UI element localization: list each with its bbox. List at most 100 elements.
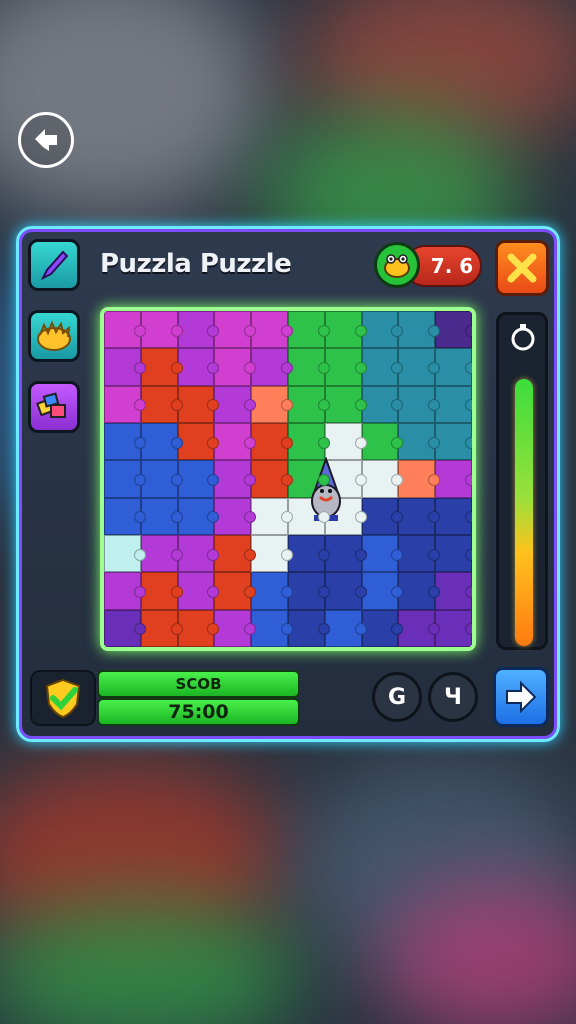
puzzle-piece[interactable] (104, 609, 146, 647)
puzzle-piece[interactable] (435, 385, 472, 423)
puzzle-piece[interactable] (251, 311, 293, 349)
paintbrush-button[interactable] (28, 239, 80, 291)
puzzle-piece[interactable] (214, 311, 256, 349)
scob-label: SCOB (97, 670, 300, 698)
puzzle-piece[interactable] (140, 385, 183, 423)
next-button[interactable] (493, 667, 549, 727)
puzzle-piece[interactable] (177, 609, 220, 647)
blocks-button[interactable] (28, 381, 80, 433)
puzzle-piece[interactable] (324, 311, 367, 349)
puzzle-piece[interactable] (140, 609, 183, 647)
puzzle-piece[interactable] (104, 572, 146, 610)
puzzle-piece[interactable] (398, 311, 440, 349)
puzzle-piece[interactable] (104, 311, 146, 349)
puzzle-piece[interactable] (287, 609, 330, 647)
puzzle-piece[interactable] (104, 497, 146, 535)
puzzle-piece[interactable] (361, 497, 404, 535)
puzzle-piece[interactable] (287, 385, 330, 423)
puzzle-piece[interactable] (435, 497, 472, 535)
puzzle-piece[interactable] (251, 422, 293, 461)
puzzle-piece[interactable] (104, 460, 146, 498)
puzzle-piece[interactable] (361, 460, 404, 498)
puzzle-piece[interactable] (435, 422, 472, 461)
puzzle-piece[interactable] (435, 311, 472, 349)
puzzle-piece[interactable] (177, 497, 220, 535)
puzzle-piece[interactable] (287, 422, 330, 461)
puzzle-piece[interactable] (177, 534, 220, 573)
puzzle-piece[interactable] (214, 497, 256, 535)
puzzle-piece[interactable] (214, 422, 256, 461)
puzzle-piece[interactable] (177, 422, 220, 461)
puzzle-piece[interactable] (177, 385, 220, 423)
puzzle-piece[interactable] (287, 311, 330, 349)
puzzle-piece[interactable] (214, 348, 256, 386)
puzzle-piece[interactable] (104, 385, 146, 423)
puzzle-piece[interactable] (214, 534, 256, 573)
puzzle-piece[interactable] (104, 348, 146, 386)
sponge-button[interactable] (28, 310, 80, 362)
puzzle-piece[interactable] (140, 534, 183, 573)
puzzle-piece[interactable] (104, 534, 146, 573)
puzzle-piece[interactable] (287, 572, 330, 610)
puzzle-piece[interactable] (140, 311, 183, 349)
back-button[interactable] (18, 112, 74, 168)
puzzle-piece[interactable] (361, 534, 404, 573)
puzzle-piece[interactable] (435, 572, 472, 610)
puzzle-piece[interactable] (435, 460, 472, 498)
puzzle-pieces (104, 311, 472, 647)
puzzle-piece[interactable] (214, 609, 256, 647)
puzzle-piece[interactable] (251, 460, 293, 498)
puzzle-piece[interactable] (140, 422, 183, 461)
puzzle-title: Puzzla Puzzle (100, 249, 292, 279)
puzzle-piece[interactable] (361, 422, 404, 461)
puzzle-piece[interactable] (251, 348, 293, 386)
puzzle-piece[interactable] (214, 460, 256, 498)
puzzle-piece[interactable] (177, 460, 220, 498)
puzzle-piece[interactable] (140, 348, 183, 386)
puzzle-piece[interactable] (177, 311, 220, 349)
puzzle-piece[interactable] (361, 609, 404, 647)
puzzle-piece[interactable] (398, 609, 440, 647)
puzzle-piece[interactable] (324, 422, 367, 461)
puzzle-piece[interactable] (287, 534, 330, 573)
puzzle-piece[interactable] (140, 572, 183, 610)
puzzle-piece[interactable] (398, 348, 440, 386)
paintbrush-icon (40, 250, 69, 281)
puzzle-piece[interactable] (251, 534, 293, 573)
puzzle-piece[interactable] (361, 385, 404, 423)
puzzle-piece[interactable] (324, 572, 367, 610)
puzzle-piece[interactable] (177, 348, 220, 386)
puzzle-piece[interactable] (435, 348, 472, 386)
puzzle-piece[interactable] (435, 609, 472, 647)
puzzle-piece[interactable] (251, 572, 293, 610)
puzzle-piece[interactable] (251, 497, 293, 535)
puzzle-piece[interactable] (398, 460, 440, 498)
puzzle-piece[interactable] (435, 534, 472, 573)
puzzle-piece[interactable] (140, 497, 183, 535)
puzzle-piece[interactable] (140, 460, 183, 498)
puzzle-piece[interactable] (398, 497, 440, 535)
blocks-icon (36, 392, 66, 418)
puzzle-piece[interactable] (361, 311, 404, 349)
close-button[interactable] (495, 240, 549, 296)
puzzle-piece[interactable] (361, 572, 404, 610)
puzzle-piece[interactable] (361, 348, 404, 386)
puzzle-piece[interactable] (324, 534, 367, 573)
puzzle-piece[interactable] (287, 348, 330, 386)
puzzle-piece[interactable] (324, 348, 367, 386)
puzzle-piece[interactable] (398, 572, 440, 610)
puzzle-piece[interactable] (398, 385, 440, 423)
puzzle-piece[interactable] (251, 385, 293, 423)
puzzle-piece[interactable] (177, 572, 220, 610)
puzzle-piece[interactable] (398, 534, 440, 573)
round-button-right[interactable]: Ч (428, 672, 478, 722)
puzzle-piece[interactable] (398, 422, 440, 461)
puzzle-piece[interactable] (324, 609, 367, 647)
puzzle-piece[interactable] (214, 385, 256, 423)
puzzle-piece[interactable] (324, 385, 367, 423)
puzzle-piece[interactable] (251, 609, 293, 647)
puzzle-piece[interactable] (214, 572, 256, 610)
puzzle-piece[interactable] (104, 422, 146, 461)
puzzle-board[interactable] (100, 307, 476, 651)
round-button-left[interactable]: G (372, 672, 422, 722)
